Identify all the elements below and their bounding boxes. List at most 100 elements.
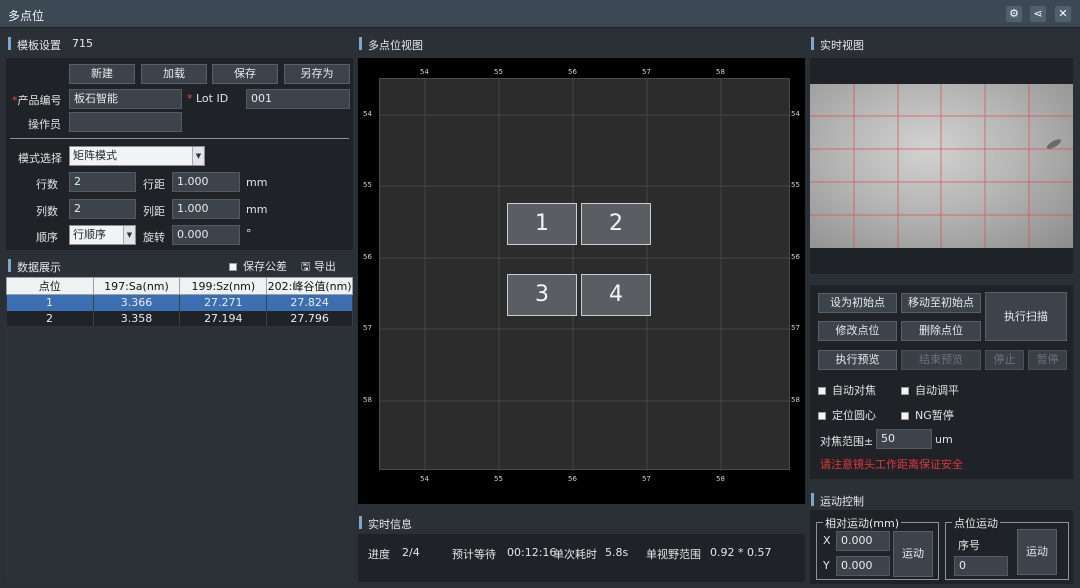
order-label: 顺序: [36, 231, 58, 244]
data-table-panel: 点位 197:Sa(nm) 199:Sz(nm) 202:峰谷值(nm) 1 3…: [6, 276, 353, 582]
x-offset-input[interactable]: 0.000: [836, 531, 890, 551]
camera-image[interactable]: [810, 84, 1073, 248]
lot-id-input[interactable]: 001: [246, 89, 350, 109]
share-icon[interactable]: ⋖: [1030, 6, 1046, 22]
checkbox-icon: [818, 387, 826, 395]
y-tick-left: 57: [363, 324, 372, 332]
divider: [10, 138, 349, 139]
relative-move-button[interactable]: 运动: [893, 531, 933, 577]
save-button[interactable]: 保存: [212, 64, 278, 84]
rows-label: 行数: [36, 178, 58, 191]
y-tick-right: 56: [791, 253, 800, 261]
col-pitch-unit: mm: [246, 203, 268, 216]
motion-control-header: 运动控制: [811, 490, 1071, 510]
y-tick-right: 58: [791, 396, 800, 404]
checkbox-icon: [229, 263, 237, 271]
focus-range-label: 对焦范围±: [820, 435, 874, 448]
y-tick-left: 58: [363, 396, 372, 404]
x-label: X: [823, 534, 831, 547]
auto-level-checkbox[interactable]: 自动调平: [901, 382, 959, 398]
column-header[interactable]: 202:峰谷值(nm): [266, 277, 353, 295]
x-tick-bottom: 58: [716, 475, 725, 483]
save-tolerance-checkbox[interactable]: 保存公差: [229, 258, 287, 274]
point-box-1[interactable]: 1: [507, 203, 577, 245]
rotation-unit: °: [246, 227, 252, 240]
modify-point-button[interactable]: 修改点位: [818, 321, 897, 341]
multi-view-canvas[interactable]: 1 2 3 4 54 55 56 57 58 54 55 56 57 58 54…: [358, 58, 805, 504]
point-move-button[interactable]: 运动: [1017, 529, 1057, 575]
x-tick-bottom: 56: [568, 475, 577, 483]
operator-input[interactable]: [69, 112, 182, 132]
locate-center-checkbox[interactable]: 定位圆心: [818, 407, 876, 423]
window-title: 多点位: [8, 9, 45, 23]
export-button[interactable]: 🖫 导出: [301, 258, 336, 277]
pause-button[interactable]: 暂停: [1028, 350, 1067, 370]
mode-select[interactable]: 矩阵模式 ▼: [69, 146, 205, 166]
row-pitch-unit: mm: [246, 176, 268, 189]
focus-range-unit: um: [935, 433, 953, 446]
x-tick-bottom: 57: [642, 475, 651, 483]
point-box-3[interactable]: 3: [507, 274, 577, 316]
plot-area[interactable]: 1 2 3 4: [379, 78, 791, 471]
load-button[interactable]: 加载: [141, 64, 207, 84]
execute-scan-button[interactable]: 执行扫描: [985, 292, 1067, 341]
move-to-initial-button[interactable]: 移动至初始点: [901, 293, 981, 313]
x-tick-top: 58: [716, 68, 725, 76]
x-tick-top: 55: [494, 68, 503, 76]
new-button[interactable]: 新建: [69, 64, 135, 84]
template-id: 715: [72, 37, 93, 50]
point-box-2[interactable]: 2: [581, 203, 651, 245]
wait-label: 预计等待: [452, 548, 496, 561]
single-time-label: 单次耗时: [553, 548, 597, 561]
title-bar: 多点位 ⚙ ⋖ ✕: [0, 0, 1080, 28]
x-tick-top: 54: [420, 68, 429, 76]
close-icon[interactable]: ✕: [1055, 6, 1071, 22]
single-time-value: 5.8s: [605, 546, 629, 559]
column-header[interactable]: 199:Sz(nm): [179, 277, 268, 295]
save-as-button[interactable]: 另存为: [284, 64, 350, 84]
execute-preview-button[interactable]: 执行预览: [818, 350, 897, 370]
stop-button[interactable]: 停止: [985, 350, 1024, 370]
table-row[interactable]: 2 3.358 27.194 27.796: [6, 310, 353, 327]
y-tick-left: 55: [363, 181, 372, 189]
y-tick-right: 55: [791, 181, 800, 189]
y-tick-right: 54: [791, 110, 800, 118]
scan-control-panel: 设为初始点 移动至初始点 执行扫描 修改点位 删除点位 执行预览 结束预览 停止…: [810, 285, 1073, 479]
checkbox-icon: [901, 412, 909, 420]
progress-value: 2/4: [402, 546, 420, 559]
progress-label: 进度: [368, 548, 390, 561]
rows-input[interactable]: 2: [69, 172, 136, 192]
y-offset-input[interactable]: 0.000: [836, 556, 890, 576]
rotation-input[interactable]: 0.000: [172, 225, 240, 245]
table-row[interactable]: 1 3.366 27.271 27.824: [6, 294, 353, 311]
fov-value: 0.92 * 0.57: [710, 546, 772, 559]
chevron-down-icon: ▼: [192, 147, 204, 165]
row-pitch-input[interactable]: 1.000: [172, 172, 240, 192]
seq-input[interactable]: 0: [954, 556, 1008, 576]
x-tick-top: 56: [568, 68, 577, 76]
col-pitch-input[interactable]: 1.000: [172, 199, 240, 219]
ng-pause-checkbox[interactable]: NG暂停: [901, 407, 954, 423]
live-view-header: 实时视图: [811, 34, 1071, 54]
template-settings-header: 模板设置 715: [8, 34, 348, 54]
column-header[interactable]: 197:Sa(nm): [92, 277, 181, 295]
set-initial-point-button[interactable]: 设为初始点: [818, 293, 897, 313]
cols-input[interactable]: 2: [69, 199, 136, 219]
product-code-input[interactable]: 板石智能: [69, 89, 182, 109]
auto-focus-checkbox[interactable]: 自动对焦: [818, 382, 876, 398]
focus-range-input[interactable]: 50: [876, 429, 932, 449]
multi-view-header: 多点位视图: [359, 34, 799, 54]
x-tick-bottom: 55: [494, 475, 503, 483]
save-disk-icon: 🖫: [301, 260, 311, 273]
col-pitch-label: 列距: [143, 205, 165, 218]
point-box-4[interactable]: 4: [581, 274, 651, 316]
column-header[interactable]: 点位: [6, 277, 94, 295]
realtime-info-panel: 进度 2/4 预计等待 00:12:16 单次耗时 5.8s 单视野范围 0.9…: [358, 534, 805, 582]
fov-label: 单视野范围: [646, 548, 701, 561]
stop-preview-button[interactable]: 结束预览: [901, 350, 981, 370]
order-select[interactable]: 行顺序 ▼: [69, 225, 136, 245]
delete-point-button[interactable]: 删除点位: [901, 321, 981, 341]
relative-motion-group: 相对运动(mm) X 0.000 Y 0.000 运动: [816, 515, 939, 580]
settings-glasses-icon[interactable]: ⚙: [1006, 6, 1022, 22]
y-tick-left: 56: [363, 253, 372, 261]
